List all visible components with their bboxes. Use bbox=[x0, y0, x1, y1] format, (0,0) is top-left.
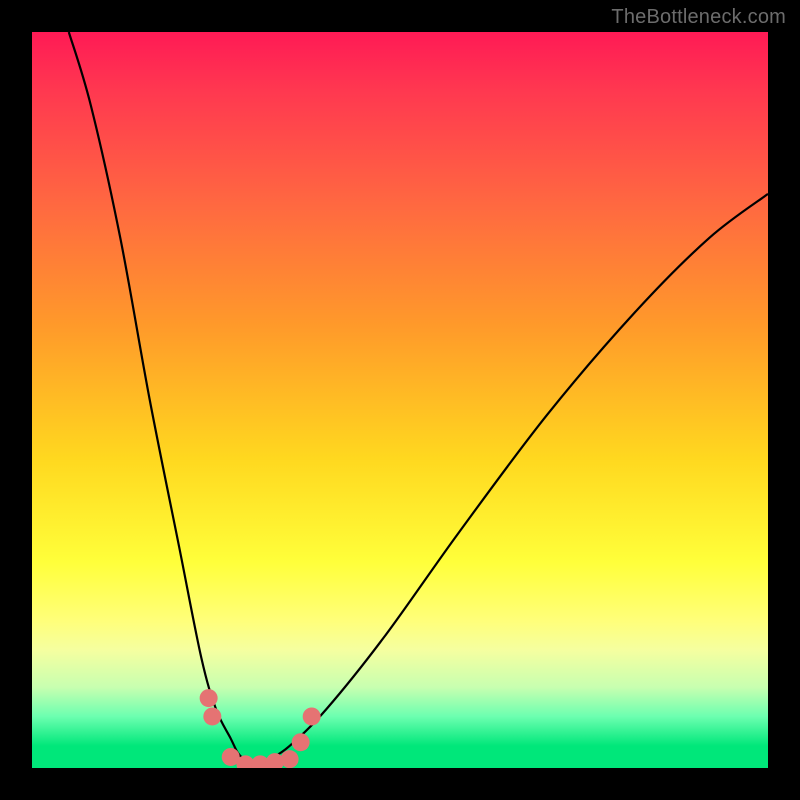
data-point-markers bbox=[200, 689, 321, 768]
bottleneck-curve-right bbox=[253, 194, 768, 768]
data-point bbox=[200, 689, 218, 707]
bottleneck-curve-left bbox=[69, 32, 253, 768]
data-point bbox=[203, 707, 221, 725]
curve-overlay bbox=[32, 32, 768, 768]
data-point bbox=[303, 707, 321, 725]
watermark-text: TheBottleneck.com bbox=[611, 6, 786, 29]
data-point bbox=[292, 733, 310, 751]
data-point bbox=[281, 750, 299, 768]
chart-frame: TheBottleneck.com bbox=[0, 0, 800, 800]
